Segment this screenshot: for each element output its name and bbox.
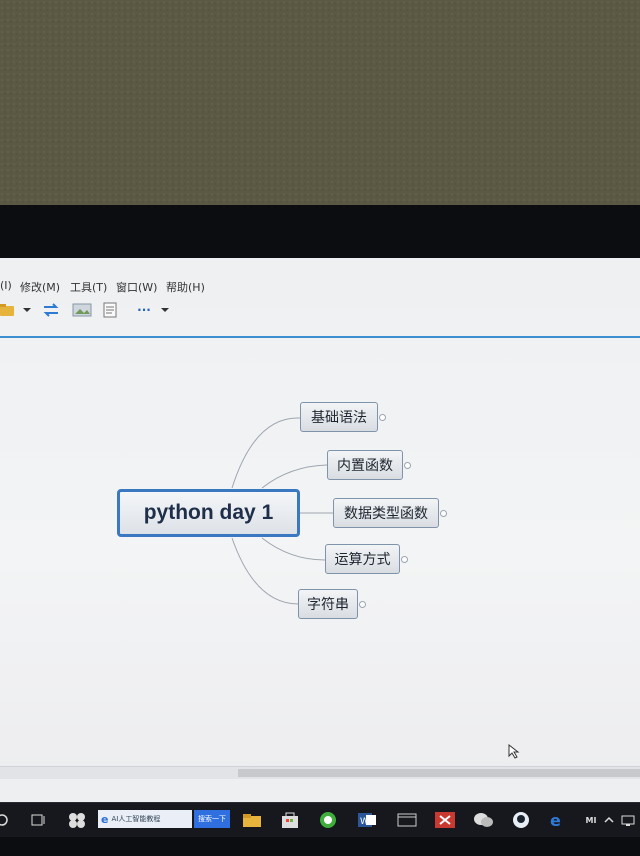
branch-label: 基础语法 bbox=[311, 410, 367, 426]
browser-360-icon[interactable] bbox=[318, 810, 338, 830]
store-icon[interactable] bbox=[280, 810, 300, 830]
more-tools-button[interactable]: ··· bbox=[134, 302, 154, 318]
menu-item-tools[interactable]: 工具(T) bbox=[70, 279, 107, 295]
file-explorer-icon[interactable] bbox=[242, 810, 262, 830]
image-icon[interactable] bbox=[72, 302, 92, 318]
root-node[interactable]: python day 1 bbox=[117, 489, 300, 537]
horizontal-scrollbar[interactable] bbox=[0, 766, 640, 779]
xmind-icon[interactable] bbox=[434, 810, 456, 830]
app-launcher-icon[interactable] bbox=[66, 810, 88, 830]
mi-tray-label[interactable]: MI bbox=[582, 810, 600, 830]
search-input-text: AI人工智能教程 bbox=[111, 815, 161, 823]
taskbar-search-input[interactable]: e AI人工智能教程 bbox=[98, 810, 192, 828]
start-circle-icon[interactable] bbox=[0, 810, 10, 830]
mouse-cursor-icon bbox=[508, 744, 520, 759]
expand-toggle-icon[interactable] bbox=[379, 414, 386, 421]
svg-text:W: W bbox=[360, 817, 369, 827]
tray-chevron-up-icon[interactable] bbox=[602, 810, 616, 830]
scrollbar-thumb[interactable] bbox=[238, 769, 640, 777]
branch-label: 数据类型函数 bbox=[344, 506, 428, 522]
notes-icon[interactable] bbox=[102, 302, 120, 318]
branch-node[interactable]: 内置函数 bbox=[327, 450, 411, 480]
qq-icon[interactable] bbox=[510, 810, 532, 830]
network-icon[interactable] bbox=[620, 810, 638, 830]
toolbar: ··· bbox=[0, 298, 640, 322]
branch-label: 字符串 bbox=[307, 597, 349, 613]
word-icon[interactable]: W bbox=[356, 810, 378, 830]
app-window: (I) 修改(M) 工具(T) 窗口(W) 帮助(H) ··· python d… bbox=[0, 258, 640, 806]
wall-background bbox=[0, 0, 640, 212]
expand-toggle-icon[interactable] bbox=[404, 462, 411, 469]
wechat-icon[interactable] bbox=[472, 810, 494, 830]
menu-bar: (I) 修改(M) 工具(T) 窗口(W) 帮助(H) bbox=[0, 276, 640, 296]
mindmap-canvas[interactable]: python day 1 基础语法 内置函数 数据类型函数 运算方式 字符串 bbox=[0, 338, 640, 768]
menu-item-insert[interactable]: (I) bbox=[0, 279, 12, 292]
branch-label: 内置函数 bbox=[337, 458, 393, 474]
swap-arrows-icon[interactable] bbox=[42, 302, 60, 318]
expand-toggle-icon[interactable] bbox=[401, 556, 408, 563]
svg-text:e: e bbox=[550, 811, 561, 829]
taskbar-search-button[interactable]: 搜索一下 bbox=[194, 810, 230, 828]
taskbar: e AI人工智能教程 搜索一下 W e MI bbox=[0, 802, 640, 837]
branch-label: 运算方式 bbox=[334, 552, 391, 568]
window-app-icon[interactable] bbox=[396, 810, 418, 830]
task-view-icon[interactable] bbox=[30, 810, 46, 830]
menu-item-help[interactable]: 帮助(H) bbox=[166, 279, 205, 295]
expand-toggle-icon[interactable] bbox=[359, 601, 366, 608]
menu-item-modify[interactable]: 修改(M) bbox=[20, 279, 60, 295]
more-dropdown-arrow-icon[interactable] bbox=[160, 302, 170, 318]
expand-toggle-icon[interactable] bbox=[440, 510, 447, 517]
branch-node[interactable]: 字符串 bbox=[298, 589, 366, 619]
menu-item-window[interactable]: 窗口(W) bbox=[116, 279, 157, 295]
folder-icon[interactable] bbox=[0, 302, 16, 318]
ie-icon: e bbox=[101, 812, 109, 826]
branch-node[interactable]: 基础语法 bbox=[300, 402, 386, 432]
branch-node[interactable]: 运算方式 bbox=[325, 544, 408, 574]
branch-node[interactable]: 数据类型函数 bbox=[333, 498, 447, 528]
dropdown-arrow-icon[interactable] bbox=[22, 302, 32, 318]
edge-browser-icon[interactable]: e bbox=[548, 810, 568, 830]
